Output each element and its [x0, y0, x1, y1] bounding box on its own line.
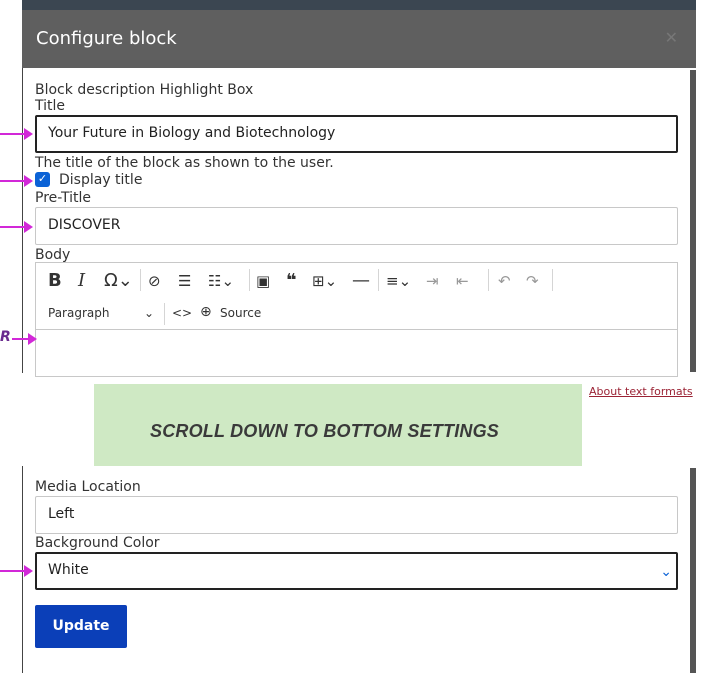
background-color-value: White	[48, 562, 89, 578]
editor-toolbar: B I Ω⌄ ⊘ ☰ ☷⌄ ▣ ❝ ⊞⌄ — ≡⌄ ⇥ ⇤ ↶ ↷	[36, 263, 677, 297]
scrollbar[interactable]	[690, 70, 696, 372]
body-editor[interactable]: B I Ω⌄ ⊘ ☰ ☷⌄ ▣ ❝ ⊞⌄ — ≡⌄ ⇥ ⇤ ↶ ↷ Paragr…	[35, 262, 678, 377]
background-color-select[interactable]: White ⌄	[35, 552, 678, 590]
bulleted-list-icon[interactable]: ☰	[178, 272, 191, 290]
editor-content-area[interactable]	[36, 331, 677, 376]
align-icon[interactable]: ≡⌄	[386, 272, 411, 290]
toolbar-separator	[249, 269, 250, 291]
code-icon[interactable]: <>	[172, 306, 192, 320]
annotation-arrow	[0, 175, 33, 187]
italic-icon[interactable]: I	[78, 270, 85, 291]
annotation-arrow	[0, 565, 33, 577]
toolbar-separator	[488, 269, 489, 291]
chevron-down-icon[interactable]: ⌄	[144, 306, 154, 320]
toolbar-separator	[378, 269, 379, 291]
media-location-select[interactable]: Left	[35, 496, 678, 534]
toolbar-separator	[552, 269, 553, 291]
paragraph-select[interactable]: Paragraph	[48, 306, 109, 320]
source-button[interactable]: Source	[220, 306, 261, 320]
edge-letter: R	[0, 329, 11, 345]
background-strip	[22, 0, 696, 10]
pretitle-label: Pre-Title	[35, 190, 92, 206]
about-text-formats-link[interactable]: About text formats	[589, 385, 693, 398]
scroll-callout: SCROLL DOWN TO BOTTOM SETTINGS	[94, 384, 582, 474]
numbered-list-icon[interactable]: ☷⌄	[208, 272, 234, 290]
indent-icon[interactable]: ⇥	[426, 272, 439, 290]
annotation-arrow	[0, 221, 33, 233]
annotation-arrow	[0, 128, 33, 140]
background-color-label: Background Color	[35, 535, 160, 551]
table-icon[interactable]: ⊞⌄	[312, 272, 337, 290]
title-label: Title	[35, 98, 66, 114]
source-icon[interactable]: ⊕	[200, 304, 212, 320]
special-chars-icon[interactable]: Ω⌄	[104, 270, 133, 291]
horizontal-line-icon[interactable]: —	[352, 270, 370, 291]
undo-icon[interactable]: ↶	[498, 272, 511, 290]
title-help-text: The title of the block as shown to the u…	[35, 155, 334, 171]
image-icon[interactable]: ▣	[256, 272, 270, 290]
block-description: Block description Highlight Box	[35, 82, 254, 98]
modal-header: Configure block ✕	[22, 10, 696, 68]
checkmark-icon: ✓	[37, 173, 48, 185]
bold-icon[interactable]: B	[48, 270, 62, 291]
redo-icon[interactable]: ↷	[526, 272, 539, 290]
outdent-icon[interactable]: ⇤	[456, 272, 469, 290]
media-location-label: Media Location	[35, 479, 141, 495]
link-icon[interactable]: ⊘	[148, 272, 161, 290]
toolbar-separator	[164, 303, 165, 325]
pretitle-input[interactable]: DISCOVER	[35, 207, 678, 245]
body-label: Body	[35, 247, 71, 263]
modal-title: Configure block	[36, 28, 177, 49]
editor-toolbar-row2: Paragraph ⌄ <> ⊕ Source	[36, 297, 677, 330]
toolbar-separator	[140, 269, 141, 291]
blockquote-icon[interactable]: ❝	[286, 270, 297, 291]
scrollbar[interactable]	[690, 468, 696, 673]
close-icon[interactable]: ✕	[665, 28, 678, 48]
callout-text: SCROLL DOWN TO BOTTOM SETTINGS	[150, 421, 500, 441]
display-title-label: Display title	[59, 172, 143, 188]
title-input[interactable]: Your Future in Biology and Biotechnology	[35, 115, 678, 153]
display-title-checkbox[interactable]: ✓	[35, 172, 50, 187]
update-button[interactable]: Update	[35, 605, 127, 648]
chevron-down-icon[interactable]: ⌄	[660, 564, 672, 580]
annotation-arrow	[12, 333, 37, 345]
